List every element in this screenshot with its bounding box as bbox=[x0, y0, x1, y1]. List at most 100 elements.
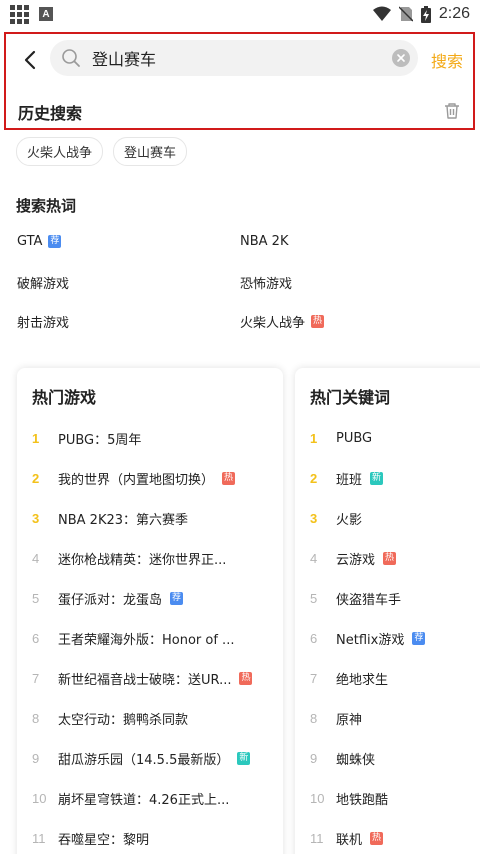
rank-number: 8 bbox=[32, 710, 40, 726]
rank-number: 11 bbox=[310, 830, 324, 846]
rank-name: 联机 bbox=[336, 832, 363, 848]
hot-word-label: 恐怖游戏 bbox=[240, 277, 293, 292]
rank-name: 火影 bbox=[336, 512, 363, 528]
rank-name: 云游戏 bbox=[336, 552, 376, 568]
history-title: 历史搜索 bbox=[18, 104, 83, 123]
rank-name: 侠盗猎车手 bbox=[336, 592, 402, 608]
new-tag: 新 bbox=[237, 751, 251, 765]
battery-charging-icon bbox=[420, 5, 431, 23]
hot-games-title: 热门游戏 bbox=[32, 388, 97, 407]
rank-number: 11 bbox=[32, 830, 46, 846]
rank-name: 新世纪福音战士破晓：送UR... bbox=[58, 672, 232, 688]
ranking-item[interactable]: 5 蛋仔派对：龙蛋岛荐 bbox=[32, 588, 184, 608]
rank-number: 3 bbox=[310, 510, 318, 526]
ranking-item[interactable]: 1 PUBG bbox=[310, 428, 372, 448]
hot-words-title: 搜索热词 bbox=[16, 197, 77, 215]
hot-keywords-title: 热门关键词 bbox=[310, 388, 391, 407]
rank-number: 6 bbox=[310, 630, 318, 646]
recommend-tag: 荐 bbox=[170, 591, 184, 605]
rank-name: 王者荣耀海外版：Honor of ... bbox=[58, 632, 235, 648]
ranking-item[interactable]: 7 绝地求生 bbox=[310, 668, 388, 688]
ranking-item[interactable]: 10 地铁跑酷 bbox=[310, 788, 388, 808]
rank-number: 10 bbox=[310, 790, 325, 806]
hot-word-item[interactable]: 恐怖游戏 bbox=[240, 273, 292, 292]
search-button[interactable]: 搜索 bbox=[431, 48, 463, 72]
ranking-item[interactable]: 10 崩坏星穹铁道：4.26正式上... bbox=[32, 788, 229, 808]
rank-name: 甜瓜游乐园（14.5.5最新版） bbox=[58, 752, 230, 768]
rank-number: 3 bbox=[32, 510, 40, 526]
rank-number: 2 bbox=[32, 470, 40, 486]
hot-word-item[interactable]: GTA 荐 bbox=[17, 234, 62, 249]
rank-name: PUBG：5周年 bbox=[58, 432, 142, 448]
hot-word-label: 射击游戏 bbox=[17, 316, 70, 331]
status-time: 2:26 bbox=[438, 5, 470, 22]
rank-number: 4 bbox=[310, 550, 318, 566]
ranking-item[interactable]: 9 甜瓜游乐园（14.5.5最新版） 新 bbox=[32, 748, 251, 768]
ranking-item[interactable]: 4 云游戏热 bbox=[310, 548, 397, 568]
ranking-item[interactable]: 7 新世纪福音战士破晓：送UR... 热 bbox=[32, 668, 253, 688]
hot-keywords-card: 热门关键词 1 PUBG 2 班班新 3 火影 4 云游戏热 5 侠盗猎车手 6 Netflix游戏荐… bbox=[295, 368, 480, 854]
recommend-tag: 荐 bbox=[412, 631, 426, 645]
search-box[interactable] bbox=[50, 40, 418, 76]
hot-tag: 热 bbox=[383, 551, 397, 565]
hot-word-item[interactable]: 射击游戏 bbox=[17, 312, 69, 331]
hot-word-item[interactable]: 火柴人战争 热 bbox=[240, 312, 325, 331]
history-chips: 火柴人战争 登山赛车 bbox=[16, 137, 188, 166]
hot-tag: 热 bbox=[311, 315, 325, 328]
rank-name: 班班 bbox=[336, 472, 363, 488]
rank-number: 10 bbox=[32, 790, 47, 806]
rank-name: 绝地求生 bbox=[336, 672, 389, 688]
rank-name: 地铁跑酷 bbox=[336, 792, 389, 808]
clear-history-button[interactable] bbox=[443, 102, 461, 120]
rank-name: 蜘蛛侠 bbox=[336, 752, 376, 768]
ranking-item[interactable]: 5 侠盗猎车手 bbox=[310, 588, 401, 608]
rank-number: 9 bbox=[32, 750, 40, 766]
ranking-item[interactable]: 2 我的世界（内置地图切换） 热 bbox=[32, 468, 236, 488]
search-input[interactable] bbox=[92, 48, 372, 68]
notification-a-icon: A bbox=[39, 7, 53, 21]
rank-name: 吞噬星空：黎明 bbox=[58, 832, 150, 848]
ranking-item[interactable]: 3 火影 bbox=[310, 508, 362, 528]
rank-name: 崩坏星穹铁道：4.26正式上... bbox=[58, 792, 230, 808]
close-icon bbox=[397, 54, 405, 62]
history-chip[interactable]: 登山赛车 bbox=[113, 137, 188, 166]
app-grid-icon bbox=[10, 4, 29, 24]
hot-word-item[interactable]: 破解游戏 bbox=[17, 273, 69, 292]
ranking-item[interactable]: 4 迷你枪战精英：迷你世界正... bbox=[32, 548, 226, 568]
ranking-item[interactable]: 2 班班新 bbox=[310, 468, 384, 488]
hot-word-label: NBA 2K bbox=[240, 234, 289, 249]
ranking-item[interactable]: 3 NBA 2K23：第六赛季 bbox=[32, 508, 188, 528]
trash-icon bbox=[445, 103, 459, 119]
ranking-item[interactable]: 11 联机热 bbox=[310, 828, 384, 848]
chevron-left-icon bbox=[24, 50, 36, 70]
ranking-item[interactable]: 11 吞噬星空：黎明 bbox=[32, 828, 149, 848]
rank-name: 太空行动：鹅鸭杀同款 bbox=[58, 712, 189, 728]
ranking-item[interactable]: 6 王者荣耀海外版：Honor of ... bbox=[32, 628, 234, 648]
rank-number: 5 bbox=[310, 590, 318, 606]
rank-name: 我的世界（内置地图切换） bbox=[58, 472, 215, 488]
ranking-item[interactable]: 9 蜘蛛侠 bbox=[310, 748, 375, 768]
clear-search-button[interactable] bbox=[392, 49, 410, 67]
rank-number: 7 bbox=[32, 670, 40, 686]
rank-name: 原神 bbox=[336, 712, 363, 728]
rank-name: 迷你枪战精英：迷你世界正... bbox=[58, 552, 227, 568]
rank-name: NBA 2K23：第六赛季 bbox=[58, 512, 189, 528]
search-icon bbox=[60, 47, 82, 69]
rank-number: 8 bbox=[310, 710, 318, 726]
rank-name: PUBG bbox=[336, 430, 373, 446]
recommend-tag: 荐 bbox=[48, 235, 62, 248]
ranking-item[interactable]: 1 PUBG：5周年 bbox=[32, 428, 141, 448]
hot-word-label: 破解游戏 bbox=[17, 277, 70, 292]
history-chip[interactable]: 火柴人战争 bbox=[16, 137, 104, 166]
ranking-item[interactable]: 6 Netflix游戏荐 bbox=[310, 628, 426, 648]
search-header-highlight: 搜索 历史搜索 bbox=[4, 32, 475, 130]
rank-number: 4 bbox=[32, 550, 40, 566]
rank-number: 1 bbox=[32, 430, 40, 446]
hot-word-item[interactable]: NBA 2K bbox=[240, 234, 288, 249]
ranking-item[interactable]: 8 太空行动：鹅鸭杀同款 bbox=[32, 708, 188, 728]
back-button[interactable] bbox=[18, 48, 42, 72]
ranking-item[interactable]: 8 原神 bbox=[310, 708, 362, 728]
rank-name: Netflix游戏 bbox=[336, 632, 405, 648]
hot-games-card: 热门游戏 1 PUBG：5周年 2 我的世界（内置地图切换） 热 3 NBA 2K23：第六… bbox=[17, 368, 283, 854]
hot-word-label: 火柴人战争 bbox=[240, 316, 306, 331]
